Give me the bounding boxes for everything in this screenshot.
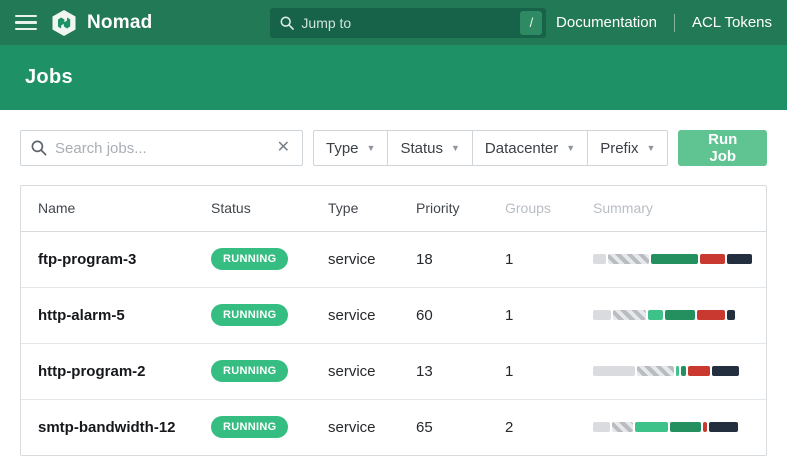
summary-segment-running	[648, 310, 663, 320]
summary-segment-complete	[670, 422, 701, 432]
status-badge: RUNNING	[211, 248, 288, 270]
summary-segment-lost	[727, 310, 735, 320]
filter-dropdown-datacenter[interactable]: Datacenter ▼	[472, 130, 588, 166]
jump-to-search[interactable]: /	[270, 8, 546, 38]
menu-icon[interactable]	[15, 15, 37, 31]
allocation-summary-bar	[593, 254, 766, 264]
column-header-priority[interactable]: Priority	[412, 186, 501, 231]
summary-segment-failed	[700, 254, 725, 264]
search-icon	[280, 16, 294, 30]
chevron-down-icon: ▼	[367, 143, 376, 153]
summary-segment-failed	[697, 310, 725, 320]
clear-search-icon[interactable]: ✕	[275, 140, 292, 156]
job-priority-cell: 13	[412, 343, 501, 399]
job-groups-cell: 2	[501, 399, 589, 455]
summary-segment-complete	[681, 366, 686, 376]
search-icon	[31, 140, 47, 156]
summary-segment-queued	[593, 422, 610, 432]
chevron-down-icon: ▼	[566, 143, 575, 153]
column-header-status[interactable]: Status	[207, 186, 324, 231]
job-type-cell: service	[324, 343, 412, 399]
job-row[interactable]: http-alarm-5 RUNNING service601	[21, 287, 766, 343]
summary-segment-failed	[688, 366, 710, 376]
navbar-links: Documentation ACL Tokens	[556, 14, 772, 32]
nomad-hexagon-icon	[51, 9, 77, 37]
job-priority-cell: 60	[412, 287, 501, 343]
job-type-cell: service	[324, 399, 412, 455]
job-name-link[interactable]: http-program-2	[38, 363, 146, 380]
chevron-down-icon: ▼	[451, 143, 460, 153]
summary-segment-queued	[593, 254, 606, 264]
summary-segment-lost	[712, 366, 739, 376]
filter-dropdown-prefix[interactable]: Prefix ▼	[587, 130, 668, 166]
filter-dropdown-status[interactable]: Status ▼	[387, 130, 472, 166]
content-area: ✕ Type ▼ Status ▼ Datacenter ▼ Prefix ▼ Run Job…	[0, 110, 787, 458]
summary-segment-failed	[703, 422, 707, 432]
jobs-table: NameStatusTypePriorityGroupsSummary ftp-…	[20, 185, 767, 456]
jump-to-input[interactable]	[301, 15, 520, 31]
column-header-groups: Groups	[501, 186, 589, 231]
job-row[interactable]: http-program-2 RUNNING service131	[21, 343, 766, 399]
slash-shortcut-key: /	[520, 11, 542, 35]
summary-segment-complete	[651, 254, 698, 264]
job-priority-cell: 65	[412, 399, 501, 455]
search-jobs-input[interactable]	[55, 140, 275, 157]
filter-group: Type ▼ Status ▼ Datacenter ▼ Prefix ▼	[313, 130, 668, 166]
page-title: Jobs	[25, 66, 73, 89]
summary-segment-starting	[612, 422, 633, 432]
column-header-name[interactable]: Name	[21, 186, 207, 231]
top-navbar: Nomad / Documentation ACL Tokens	[0, 0, 787, 45]
allocation-summary-bar	[593, 422, 766, 432]
summary-segment-queued	[593, 310, 611, 320]
acl-tokens-link[interactable]: ACL Tokens	[692, 14, 772, 31]
nomad-logo[interactable]: Nomad	[51, 9, 152, 37]
status-badge: RUNNING	[211, 304, 288, 326]
job-name-link[interactable]: ftp-program-3	[38, 251, 136, 268]
summary-segment-lost	[709, 422, 738, 432]
summary-segment-starting	[608, 254, 649, 264]
search-jobs-box[interactable]: ✕	[20, 130, 303, 166]
job-name-link[interactable]: smtp-bandwidth-12	[38, 419, 176, 436]
column-header-type[interactable]: Type	[324, 186, 412, 231]
summary-segment-starting	[637, 366, 674, 376]
table-header-row: NameStatusTypePriorityGroupsSummary	[21, 186, 766, 231]
job-groups-cell: 1	[501, 343, 589, 399]
job-name-link[interactable]: http-alarm-5	[38, 307, 125, 324]
job-type-cell: service	[324, 287, 412, 343]
brand-name: Nomad	[87, 12, 152, 34]
filter-label: Status	[400, 140, 443, 157]
filter-dropdown-type[interactable]: Type ▼	[313, 130, 388, 166]
summary-segment-lost	[727, 254, 752, 264]
allocation-summary-bar	[593, 366, 766, 376]
column-header-summary: Summary	[589, 186, 766, 231]
documentation-link[interactable]: Documentation	[556, 14, 657, 31]
job-row[interactable]: ftp-program-3 RUNNING service181	[21, 231, 766, 287]
job-priority-cell: 18	[412, 231, 501, 287]
job-row[interactable]: smtp-bandwidth-12 RUNNING service652	[21, 399, 766, 455]
job-type-cell: service	[324, 231, 412, 287]
job-groups-cell: 1	[501, 287, 589, 343]
summary-segment-queued	[593, 366, 635, 376]
jobs-toolbar: ✕ Type ▼ Status ▼ Datacenter ▼ Prefix ▼ Run Job	[20, 130, 767, 166]
status-badge: RUNNING	[211, 416, 288, 438]
filter-label: Type	[326, 140, 359, 157]
summary-segment-running	[676, 366, 679, 376]
page-header: Jobs	[0, 45, 787, 110]
divider	[674, 14, 675, 32]
summary-segment-starting	[613, 310, 646, 320]
filter-label: Prefix	[600, 140, 638, 157]
summary-segment-complete	[665, 310, 695, 320]
filter-label: Datacenter	[485, 140, 558, 157]
chevron-down-icon: ▼	[647, 143, 656, 153]
job-groups-cell: 1	[501, 231, 589, 287]
run-job-button[interactable]: Run Job	[678, 130, 767, 166]
allocation-summary-bar	[593, 310, 766, 320]
status-badge: RUNNING	[211, 360, 288, 382]
summary-segment-running	[635, 422, 668, 432]
